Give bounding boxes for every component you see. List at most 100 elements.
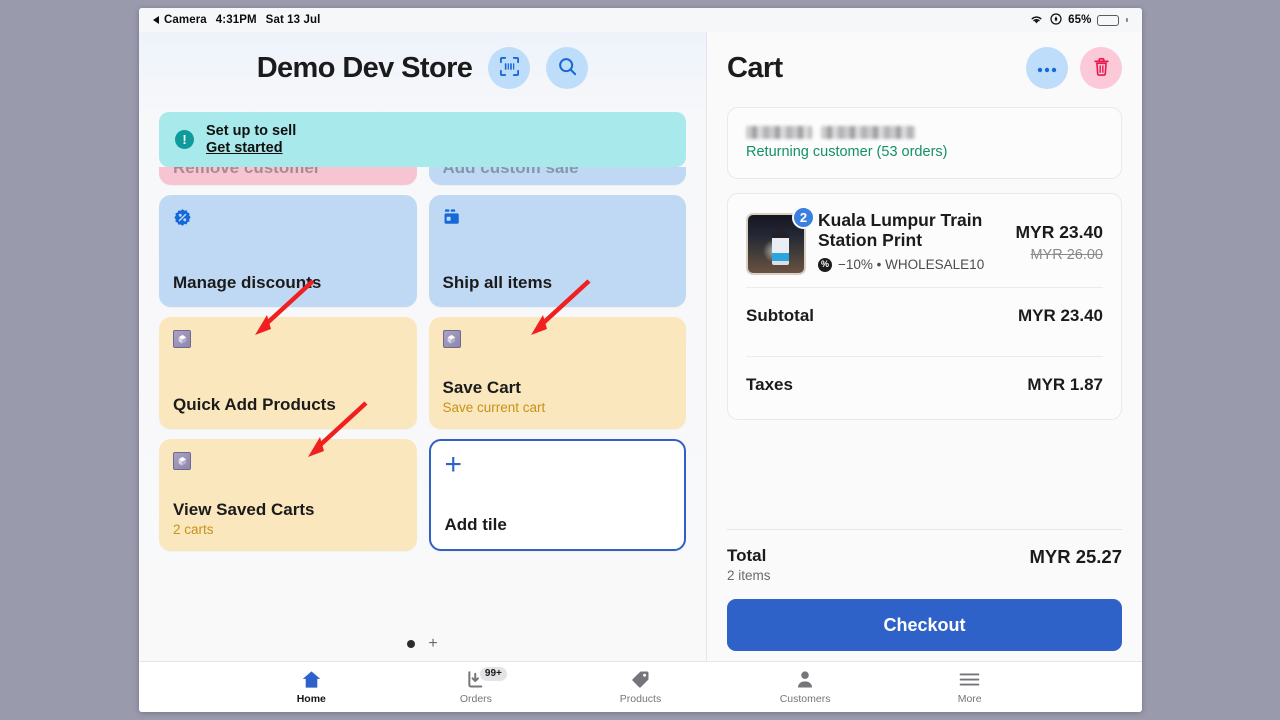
line-item-thumb-wrap: 2	[746, 206, 815, 275]
tablet-screen: Camera 4:31PM Sat 13 Jul 65% Demo Dev St…	[139, 8, 1142, 712]
nav-item-home[interactable]: Home	[229, 670, 394, 705]
summary-row-subtotal: Subtotal MYR 23.40	[746, 287, 1103, 344]
tile-label: Quick Add Products	[173, 394, 336, 414]
setup-banner[interactable]: ! Set up to sell Get started	[159, 112, 686, 167]
tile-add-custom-sale[interactable]: Add custom sale	[428, 167, 686, 185]
tile-remove-customer[interactable]: Remove customer	[159, 167, 417, 185]
banner-title: Set up to sell	[206, 123, 297, 139]
line-item-name: Kuala Lumpur Train Station Print	[818, 210, 983, 251]
hamburger-menu-icon	[959, 670, 980, 690]
checkout-button[interactable]: Checkout	[727, 599, 1122, 651]
nav-item-products[interactable]: Products	[558, 670, 723, 705]
status-time: 4:31PM	[215, 14, 257, 26]
orders-inbox-icon: 99+	[466, 666, 507, 690]
store-header: Demo Dev Store	[139, 32, 706, 104]
line-item-pricing: MYR 23.40 MYR 26.00	[1015, 210, 1103, 263]
tile-label: Add tile	[444, 514, 507, 534]
tile-label: Remove customer	[173, 167, 321, 177]
nav-label: Home	[296, 692, 326, 705]
tile-grid: Remove customer Add custom sale Manage d…	[159, 167, 686, 551]
ios-status-bar: Camera 4:31PM Sat 13 Jul 65%	[139, 8, 1142, 32]
customer-name-redacted	[746, 126, 1103, 139]
location-icon	[1050, 12, 1062, 28]
total-item-count: 2 items	[727, 568, 771, 583]
broken-image-icon	[442, 330, 673, 348]
page-dot-1[interactable]	[407, 640, 416, 648]
tile-grid-scroll[interactable]: Remove customer Add custom sale Manage d…	[139, 167, 706, 627]
barcode-scan-button[interactable]	[488, 47, 531, 89]
back-triangle-icon[interactable]	[153, 16, 159, 24]
status-bar-left: Camera 4:31PM Sat 13 Jul	[153, 14, 320, 26]
nav-item-customers[interactable]: Customers	[723, 670, 888, 705]
app-body: Demo Dev Store ! Set up to sell Get star…	[139, 32, 1142, 661]
discount-code: WHOLESALE10	[885, 256, 985, 272]
nav-item-orders[interactable]: 99+ Orders	[394, 666, 559, 705]
cart-header: Cart	[727, 32, 1122, 104]
line-item-details: Kuala Lumpur Train Station Print % −10% …	[818, 210, 1003, 273]
customer-status: Returning customer (53 orders)	[746, 144, 948, 160]
orders-badge: 99+	[479, 666, 507, 681]
tile-sublabel: Save current cart	[442, 400, 546, 415]
home-panel: Demo Dev Store ! Set up to sell Get star…	[139, 32, 707, 661]
total-value: MYR 25.27	[1029, 546, 1122, 567]
nav-label: Customers	[779, 692, 831, 705]
tile-sublabel: 2 carts	[173, 522, 214, 537]
page-indicator: +	[139, 627, 706, 661]
line-item-compare-price: MYR 26.00	[1030, 247, 1103, 263]
tile-manage-discounts[interactable]: Manage discounts	[159, 195, 417, 307]
tile-label: View Saved Carts	[173, 499, 315, 519]
discount-amount: −10% •	[838, 256, 882, 272]
summary-value: MYR 1.87	[1027, 375, 1103, 394]
cart-more-button[interactable]	[1026, 47, 1068, 89]
plus-icon: +	[444, 448, 463, 481]
battery-percent-label: 65%	[1068, 14, 1092, 26]
nav-label: Orders	[459, 692, 492, 705]
discount-badge-icon: %	[818, 257, 832, 272]
more-horizontal-icon	[1037, 61, 1057, 76]
alert-circle-icon: !	[175, 130, 194, 149]
total-left: Total 2 items	[727, 546, 771, 583]
search-button[interactable]	[546, 47, 589, 89]
tile-label: Add custom sale	[442, 167, 579, 177]
cart-line-items: 2 Kuala Lumpur Train Station Print % −10…	[727, 193, 1122, 420]
tile-label: Manage discounts	[173, 272, 322, 292]
person-icon	[796, 670, 814, 690]
summary-row-taxes[interactable]: Taxes MYR 1.87	[746, 356, 1103, 413]
banner-texts: Set up to sell Get started	[206, 123, 296, 156]
bottom-navigation-bar: Home 99+ Orders Products Customers More	[139, 661, 1142, 712]
tile-quick-add-products[interactable]: Quick Add Products	[159, 317, 417, 429]
status-date: Sat 13 Jul	[265, 14, 321, 26]
line-item-price: MYR 23.40	[1015, 222, 1103, 242]
trash-icon	[1092, 57, 1111, 80]
nav-label: Products	[619, 692, 662, 705]
broken-image-icon	[173, 452, 403, 470]
quantity-badge: 2	[792, 206, 815, 229]
nav-item-more[interactable]: More	[887, 670, 1052, 705]
discount-badge-icon	[173, 208, 403, 232]
get-started-link[interactable]: Get started	[206, 140, 296, 156]
page-title: Demo Dev Store	[256, 51, 473, 84]
tile-view-saved-carts[interactable]: View Saved Carts 2 carts	[159, 439, 417, 551]
tile-label: Ship all items	[442, 272, 553, 292]
tile-label: Save Cart	[442, 377, 521, 397]
nav-label: More	[957, 692, 982, 705]
home-icon	[301, 670, 322, 690]
wifi-icon	[1029, 13, 1044, 28]
summary-label: Subtotal	[746, 306, 814, 325]
battery-icon	[1097, 14, 1120, 26]
cart-totals: Total 2 items MYR 25.27 Checkout	[727, 529, 1122, 661]
tile-save-cart[interactable]: Save Cart Save current cart	[428, 317, 686, 429]
line-item-discount: % −10% • WHOLESALE10	[818, 256, 1003, 274]
total-label: Total	[727, 546, 767, 565]
summary-label: Taxes	[746, 375, 793, 394]
cart-clear-button[interactable]	[1080, 47, 1122, 89]
broken-image-icon	[173, 330, 403, 348]
tile-ship-all-items[interactable]: Ship all items	[428, 195, 686, 307]
add-page-button[interactable]: +	[428, 636, 437, 652]
customer-card[interactable]: Returning customer (53 orders)	[727, 107, 1122, 179]
product-tag-icon	[631, 670, 650, 690]
line-item[interactable]: 2 Kuala Lumpur Train Station Print % −10…	[746, 206, 1103, 275]
tile-add-tile[interactable]: + Add tile	[428, 439, 686, 551]
status-back-app-label[interactable]: Camera	[164, 14, 207, 26]
barcode-scan-icon	[499, 56, 520, 80]
